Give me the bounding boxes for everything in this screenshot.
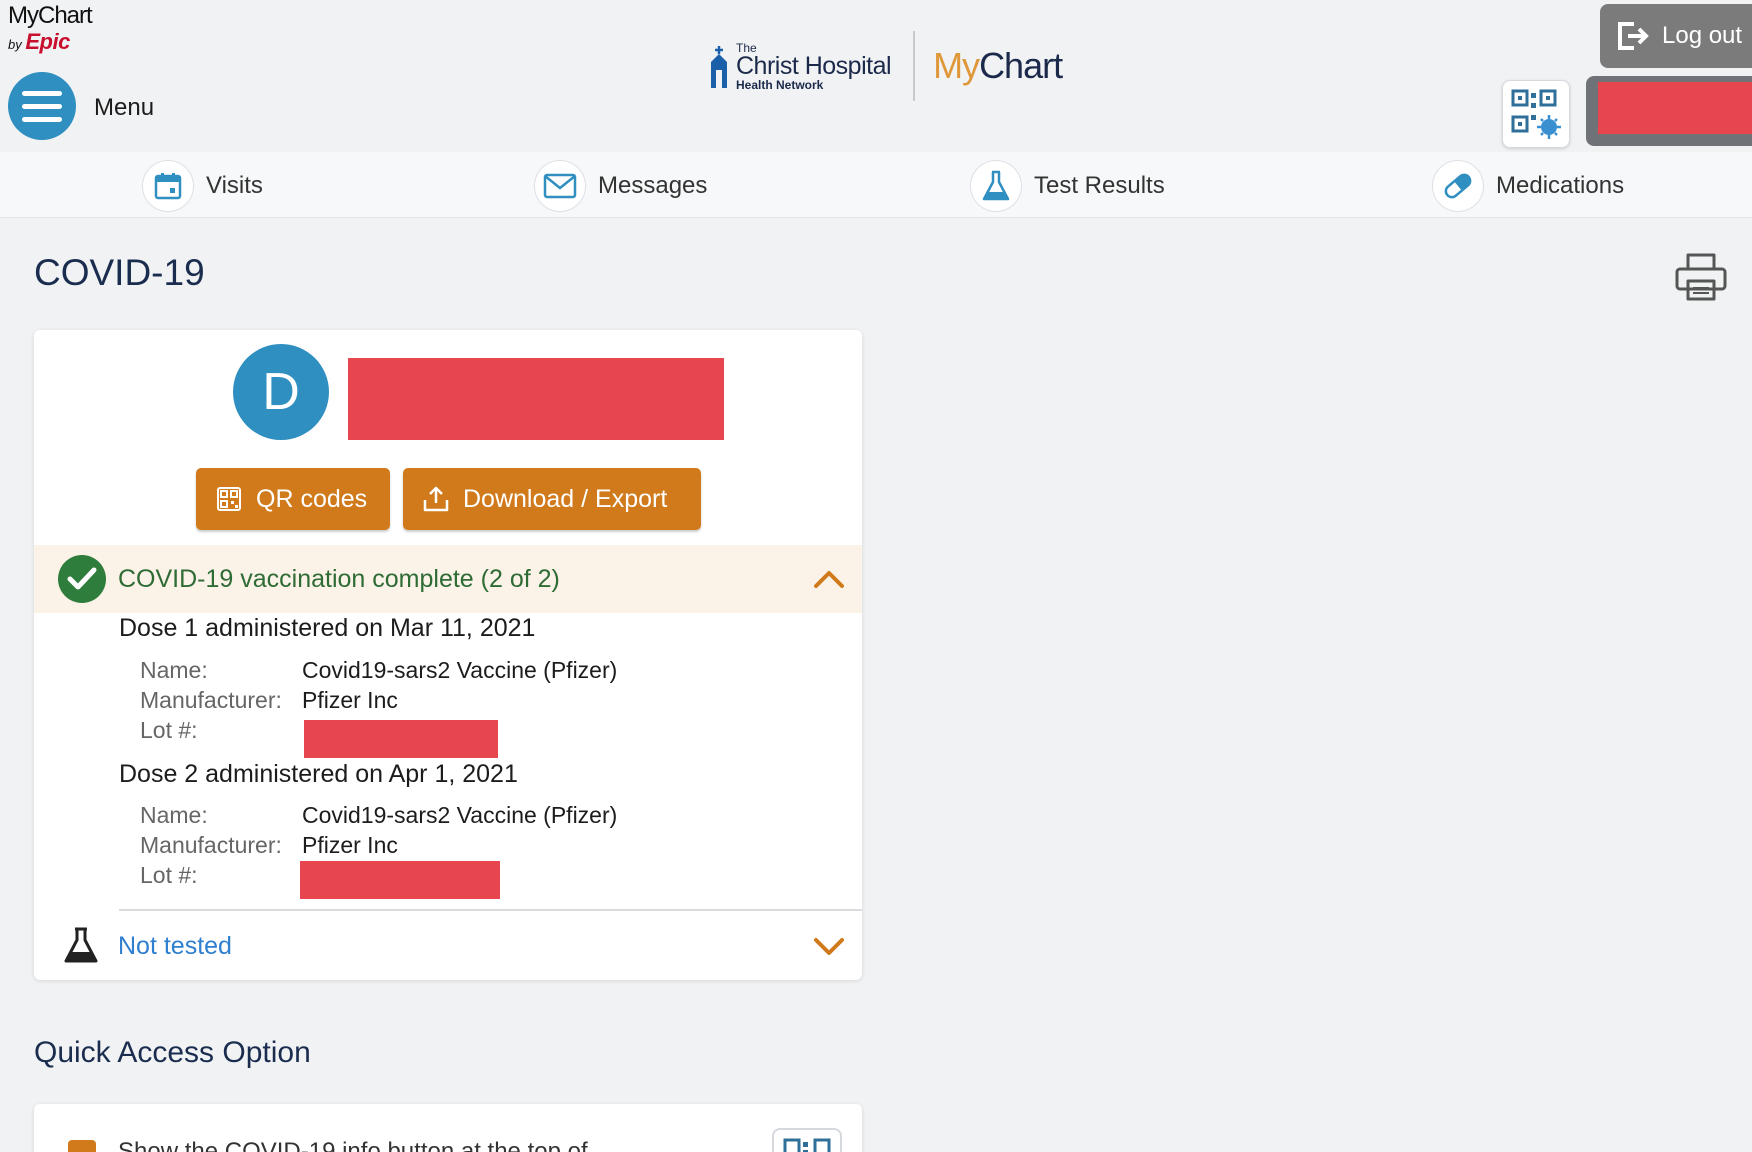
redacted-account-name [1598,82,1752,134]
checkmark-icon-svg [67,567,97,590]
calendar-icon-svg [154,173,182,200]
account-button[interactable] [1586,76,1752,146]
dose-1-lot-redacted [304,720,498,758]
logout-button[interactable]: Log out [1600,4,1752,68]
qr-covid-icon [1511,89,1561,139]
pill-icon-svg [1444,173,1472,199]
chevron-up-icon[interactable] [812,562,846,596]
print-button[interactable] [1674,252,1728,302]
hospital-name: Christ Hospital [736,51,892,80]
calendar-icon [142,160,194,212]
avatar: D [233,344,329,440]
envelope-icon [534,160,586,212]
page: MyChart by Epic Menu The Christ Hospital… [0,0,1752,1152]
hospital-building-icon [711,46,727,88]
dose-1-name-label: Name: [140,657,208,683]
nav-item-test-results[interactable]: Test Results [970,160,1165,212]
upload-icon [423,486,449,512]
header: MyChart by Epic Menu The Christ Hospital… [0,0,1752,152]
logo-mychart-text: MyChart [8,2,93,29]
redacted-patient-name [348,358,724,440]
quick-nav-bar: Visits Messages Test Results Medications [0,152,1752,218]
mychart-chart: Chart [979,45,1063,86]
nav-item-messages[interactable]: Messages [534,160,707,212]
dose-1-manufacturer-value: Pfizer Inc [302,687,398,713]
nav-item-medications[interactable]: Medications [1432,160,1624,212]
quick-access-text: Show the COVID-19 info button at the top… [118,1138,588,1152]
pill-icon [1432,160,1484,212]
mychart-by-epic-logo: MyChart by Epic [8,2,93,53]
quick-access-heading: Quick Access Option [34,1036,311,1069]
brand-logo: The Christ Hospital Health Network MyCha… [708,31,1063,101]
hospital-name-block: The Christ Hospital Health Network [736,42,892,92]
menu-button[interactable] [8,72,76,140]
christ-hospital-logo: The Christ Hospital Health Network [708,42,892,92]
hamburger-icon-bar [22,116,62,122]
divider [119,909,862,911]
logo-by-text: by [8,37,22,52]
brand-divider [913,31,916,101]
page-title: COVID-19 [34,252,205,293]
qr-codes-button[interactable]: QR codes [196,468,390,530]
mychart-brand: MyChart [933,45,1063,87]
dose-2-name-value: Covid19-sars2 Vaccine (Pfizer) [302,802,618,828]
hamburger-icon-bar [22,103,62,109]
qr-codes-label: QR codes [256,484,368,513]
flask-icon [970,160,1022,212]
vaccination-status-text: COVID-19 vaccination complete (2 of 2) [118,565,560,593]
logout-icon [1618,22,1649,50]
nav-label-test-results: Test Results [1034,172,1165,199]
menu-label[interactable]: Menu [94,94,154,122]
vaccination-status-row[interactable]: COVID-19 vaccination complete (2 of 2) [34,545,862,613]
flask-icon-svg [982,170,1010,201]
flask-icon [64,927,98,963]
checkmark-icon [58,555,106,603]
covid-qr-shortcut-button[interactable] [1502,80,1570,148]
dose-1-lot-label: Lot #: [140,717,198,743]
dose-2-lot-redacted [300,861,500,899]
quick-access-checkbox[interactable] [68,1140,96,1152]
qr-code-icon [772,1128,842,1152]
logo-epic-text: Epic [25,29,70,54]
envelope-icon-svg [543,173,577,199]
dose-2-name-label: Name: [140,802,208,828]
nav-item-visits[interactable]: Visits [142,160,263,212]
hospital-network: Health Network [736,77,824,92]
covid-info-card: D QR codes Download / Export COVID-19 va… [34,330,862,980]
qr-code-icon [217,487,241,511]
download-export-label: Download / Export [463,484,668,513]
dose-2-heading: Dose 2 administered on Apr 1, 2021 [119,760,518,788]
dose-1-name-value: Covid19-sars2 Vaccine (Pfizer) [302,657,618,683]
test-status-row[interactable]: Not tested [34,912,862,980]
nav-label-messages: Messages [598,172,708,199]
mychart-my: My [933,45,980,86]
nav-label-visits: Visits [206,172,263,199]
nav-label-medications: Medications [1496,172,1625,199]
hamburger-icon-bar [22,90,62,96]
quick-access-card: Show the COVID-19 info button at the top… [34,1104,862,1152]
dose-2-manufacturer-value: Pfizer Inc [302,832,398,858]
logo-by-epic: by Epic [8,31,92,53]
test-status-text: Not tested [118,932,232,960]
printer-icon [1675,253,1727,301]
dose-1-manufacturer-label: Manufacturer: [140,687,282,713]
qr-code-icon-svg [783,1138,831,1152]
download-export-button[interactable]: Download / Export [403,468,701,530]
dose-2-lot-label: Lot #: [140,862,198,888]
dose-1-heading: Dose 1 administered on Mar 11, 2021 [119,614,536,642]
chevron-down-icon[interactable] [812,929,846,963]
logout-label: Log out [1662,22,1743,49]
dose-2-manufacturer-label: Manufacturer: [140,832,282,858]
